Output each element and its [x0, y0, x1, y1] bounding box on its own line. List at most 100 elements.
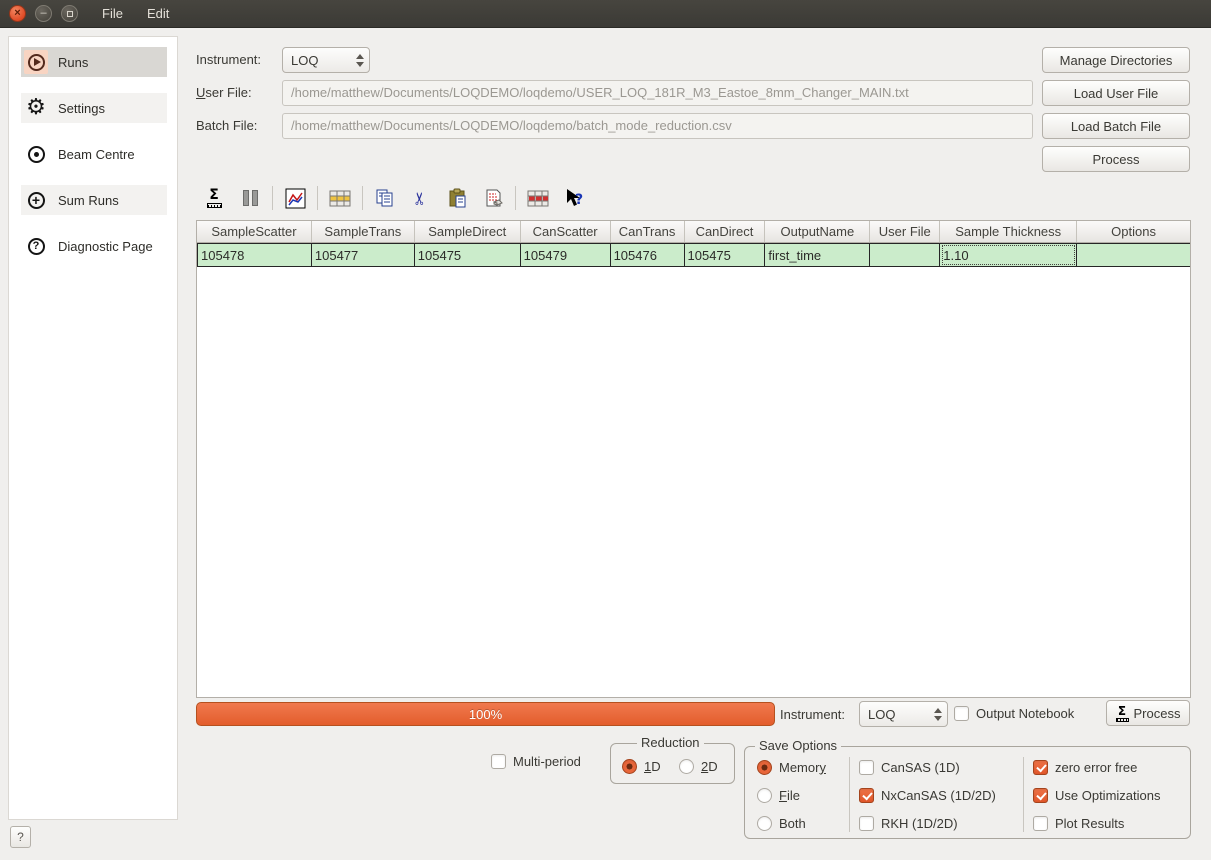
- save-file-label[interactable]: File: [779, 788, 800, 803]
- multi-period-label[interactable]: Multi-period: [513, 754, 581, 769]
- column-header[interactable]: Sample Thickness: [940, 221, 1077, 242]
- help-button[interactable]: ?: [10, 826, 31, 848]
- spinner-arrows-icon[interactable]: [929, 708, 947, 721]
- column-header[interactable]: Options: [1077, 221, 1190, 242]
- toolbar-separator: [317, 186, 318, 210]
- toolbar: Σ ✂ ?: [201, 183, 597, 213]
- output-notebook-checkbox[interactable]: [954, 706, 969, 721]
- batch-file-field: /home/matthew/Documents/LOQDEMO/loqdemo/…: [282, 113, 1033, 139]
- save-memory-radio[interactable]: [757, 760, 772, 775]
- save-both-option[interactable]: Both: [757, 814, 806, 832]
- menu-edit[interactable]: Edit: [145, 4, 171, 23]
- minimize-icon[interactable]: –: [35, 5, 52, 22]
- group-separator: [1023, 757, 1024, 832]
- table-cell[interactable]: 105477: [312, 243, 415, 267]
- insert-row-icon[interactable]: [327, 185, 353, 211]
- table-cell[interactable]: 105475: [685, 243, 766, 267]
- copy-icon[interactable]: [372, 185, 398, 211]
- close-icon[interactable]: ×: [9, 5, 26, 22]
- reduction-1d-radio[interactable]: [622, 759, 637, 774]
- manage-directories-button[interactable]: Manage Directories: [1042, 47, 1190, 73]
- plot-icon[interactable]: [282, 185, 308, 211]
- process-sigma-icon: Σ: [1116, 705, 1129, 722]
- rkh-option[interactable]: RKH (1D/2D): [859, 814, 958, 832]
- plot-results-option[interactable]: Plot Results: [1033, 814, 1124, 832]
- table-cell[interactable]: 105479: [521, 243, 611, 267]
- process-button-top[interactable]: Process: [1042, 146, 1190, 172]
- column-header[interactable]: SampleScatter: [197, 221, 312, 242]
- column-header[interactable]: CanTrans: [611, 221, 685, 242]
- maximize-icon[interactable]: [61, 5, 78, 22]
- sidebar-item-settings[interactable]: ⚙ Settings: [21, 93, 167, 123]
- spinner-arrows-icon[interactable]: [351, 54, 369, 67]
- reduction-1d-option[interactable]: 1D: [622, 757, 661, 775]
- save-memory-option[interactable]: Memory: [757, 758, 826, 776]
- column-header[interactable]: SampleDirect: [415, 221, 521, 242]
- save-both-radio[interactable]: [757, 816, 772, 831]
- save-options-group: Save Options Memory File Both CanSAS (1D…: [744, 746, 1191, 839]
- multi-period-option[interactable]: Multi-period: [491, 752, 581, 770]
- table-cell[interactable]: 105475: [415, 243, 521, 267]
- use-optimizations-label[interactable]: Use Optimizations: [1055, 788, 1160, 803]
- multi-period-checkbox[interactable]: [491, 754, 506, 769]
- process-button-bottom[interactable]: Σ Process: [1106, 700, 1190, 726]
- cansas-checkbox[interactable]: [859, 760, 874, 775]
- menu-file[interactable]: File: [100, 4, 125, 23]
- process-sigma-icon[interactable]: Σ: [201, 185, 227, 211]
- use-optimizations-checkbox[interactable]: [1033, 788, 1048, 803]
- erase-icon[interactable]: [480, 185, 506, 211]
- reduction-2d-radio[interactable]: [679, 759, 694, 774]
- cut-icon[interactable]: ✂: [408, 185, 434, 211]
- save-file-option[interactable]: File: [757, 786, 800, 804]
- table-cell[interactable]: first_time: [765, 243, 870, 267]
- table-cell[interactable]: 1.10: [940, 243, 1077, 267]
- rkh-label[interactable]: RKH (1D/2D): [881, 816, 958, 831]
- sidebar-item-sum-runs[interactable]: + Sum Runs: [21, 185, 167, 215]
- column-header[interactable]: OutputName: [765, 221, 870, 242]
- nxcansas-checkbox[interactable]: [859, 788, 874, 803]
- use-optimizations-option[interactable]: Use Optimizations: [1033, 786, 1160, 804]
- instrument-label: Instrument:: [196, 47, 261, 73]
- cansas-label[interactable]: CanSAS (1D): [881, 760, 960, 775]
- sidebar-item-beam-centre[interactable]: Beam Centre: [21, 139, 167, 169]
- instrument-combobox[interactable]: LOQ: [282, 47, 370, 73]
- table-cell[interactable]: 105476: [611, 243, 685, 267]
- table-cell[interactable]: 105478: [197, 243, 312, 267]
- output-notebook-label[interactable]: Output Notebook: [976, 706, 1074, 721]
- save-both-label[interactable]: Both: [779, 816, 806, 831]
- plot-results-label[interactable]: Plot Results: [1055, 816, 1124, 831]
- delete-rows-icon[interactable]: [525, 185, 551, 211]
- load-user-file-button[interactable]: Load User File: [1042, 80, 1190, 106]
- sidebar-item-runs[interactable]: Runs: [21, 47, 167, 77]
- column-header[interactable]: User File: [870, 221, 940, 242]
- column-header[interactable]: CanDirect: [685, 221, 766, 242]
- rkh-checkbox[interactable]: [859, 816, 874, 831]
- zero-error-free-option[interactable]: zero error free: [1033, 758, 1137, 776]
- paste-icon[interactable]: [444, 185, 470, 211]
- whats-this-icon[interactable]: ?: [561, 185, 587, 211]
- table-header: SampleScatter SampleTrans SampleDirect C…: [197, 221, 1190, 243]
- nxcansas-option[interactable]: NxCanSAS (1D/2D): [859, 786, 996, 804]
- table-cell[interactable]: [870, 243, 940, 267]
- column-header[interactable]: SampleTrans: [312, 221, 415, 242]
- instrument-combobox-bottom[interactable]: LOQ: [859, 701, 948, 727]
- question-circle-icon: ?: [24, 234, 48, 258]
- toolbar-separator: [272, 186, 273, 210]
- column-header[interactable]: CanScatter: [521, 221, 611, 242]
- output-notebook-option[interactable]: Output Notebook: [954, 704, 1074, 722]
- save-file-radio[interactable]: [757, 788, 772, 803]
- pause-icon[interactable]: [237, 185, 263, 211]
- zero-error-free-label[interactable]: zero error free: [1055, 760, 1137, 775]
- save-memory-label[interactable]: Memory: [779, 760, 826, 775]
- titlebar: × – File Edit: [0, 0, 1211, 28]
- plot-results-checkbox[interactable]: [1033, 816, 1048, 831]
- nxcansas-label[interactable]: NxCanSAS (1D/2D): [881, 788, 996, 803]
- zero-error-free-checkbox[interactable]: [1033, 760, 1048, 775]
- table-cell[interactable]: [1077, 243, 1190, 267]
- load-batch-file-button[interactable]: Load Batch File: [1042, 113, 1190, 139]
- reduction-2d-label[interactable]: 2D: [701, 759, 718, 774]
- cansas-option[interactable]: CanSAS (1D): [859, 758, 960, 776]
- sidebar-item-diagnostic-page[interactable]: ? Diagnostic Page: [21, 231, 167, 261]
- reduction-2d-option[interactable]: 2D: [679, 757, 718, 775]
- reduction-1d-label[interactable]: 1D: [644, 759, 661, 774]
